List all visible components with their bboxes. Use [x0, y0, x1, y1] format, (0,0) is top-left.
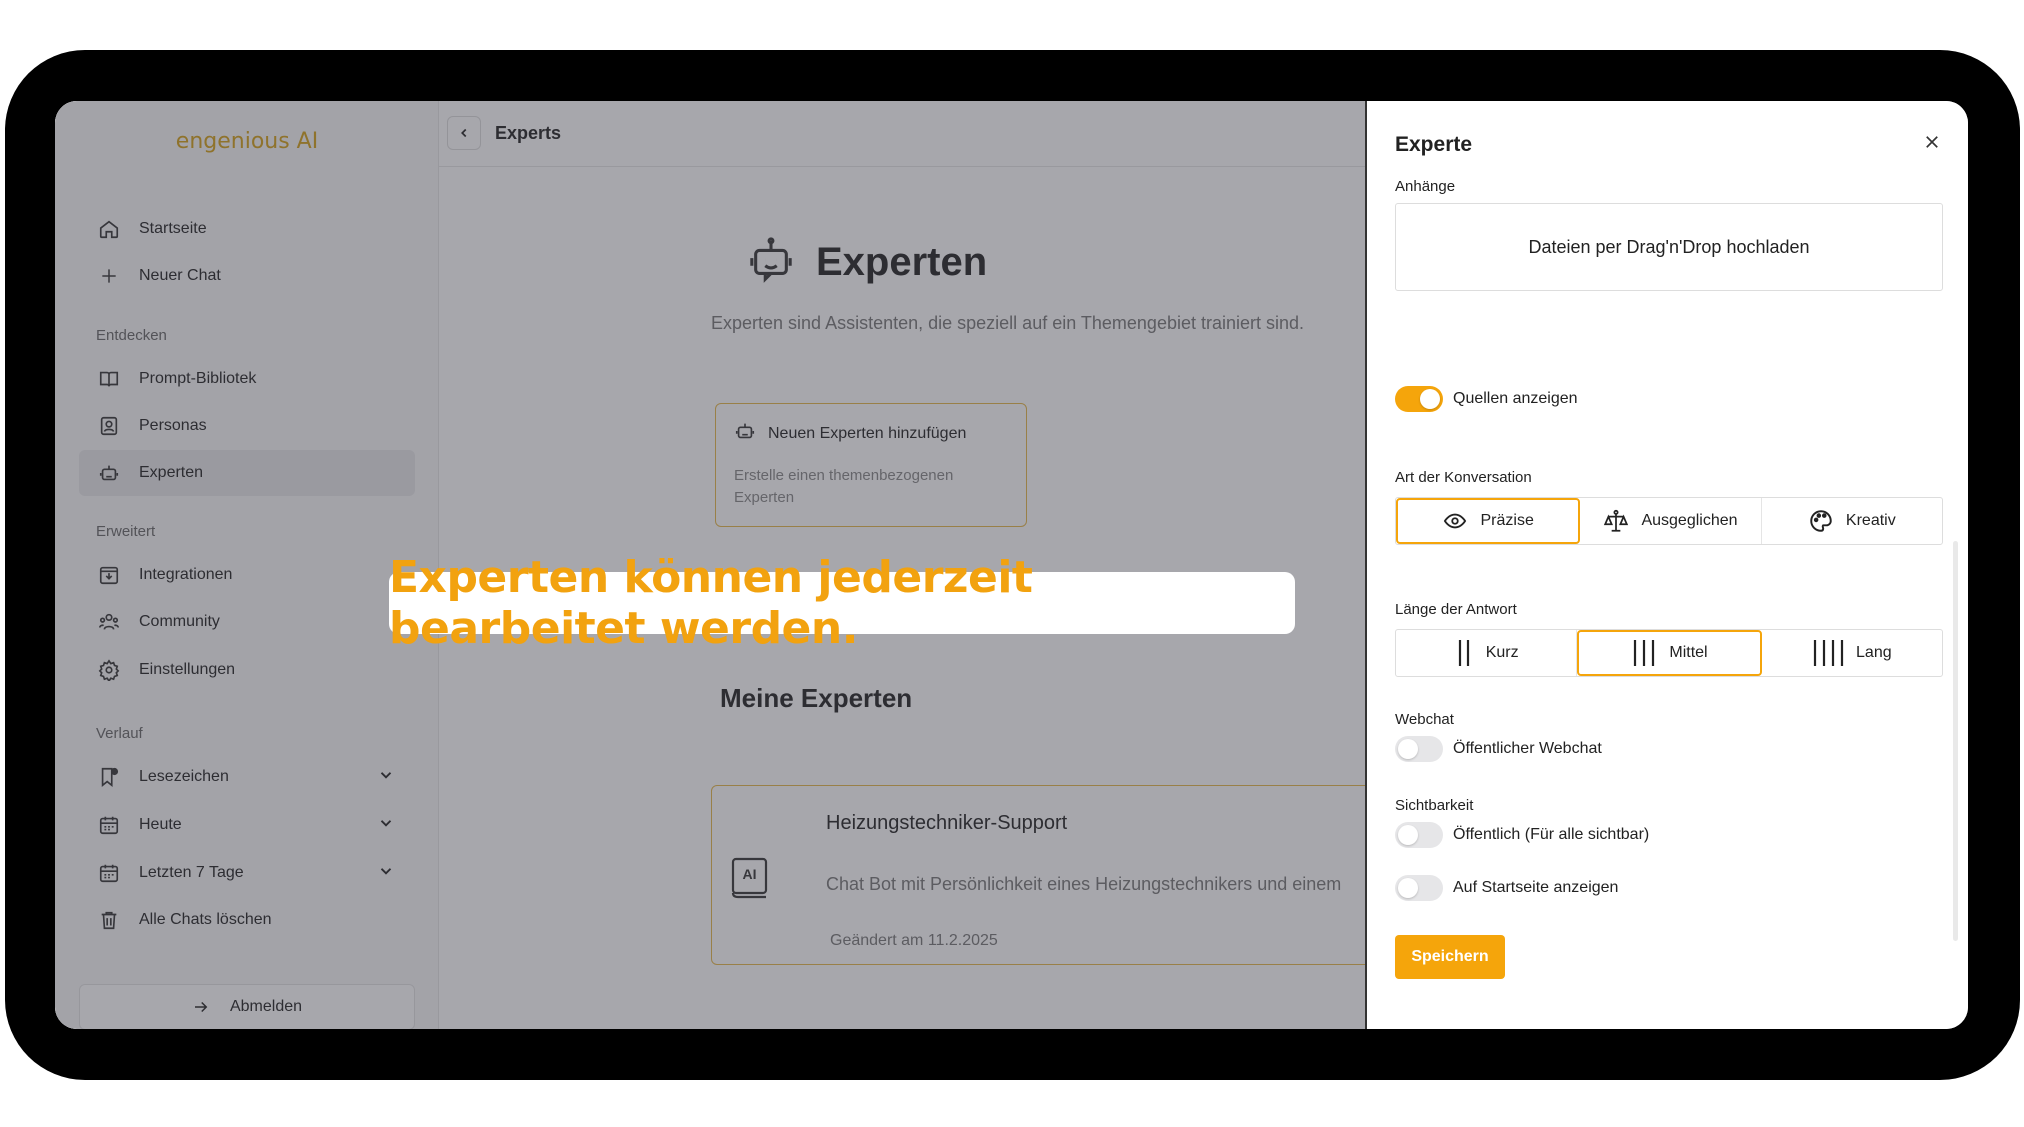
webchat-toggle-label: Öffentlicher Webchat: [1453, 740, 1602, 757]
scale-icon: [1603, 508, 1629, 534]
drawer-title: Experte: [1395, 133, 1473, 156]
option-ausgeglichen[interactable]: Ausgeglichen: [1580, 498, 1762, 544]
file-dropzone[interactable]: Dateien per Drag'n'Drop hochladen: [1395, 203, 1943, 291]
option-label: Kreativ: [1845, 512, 1896, 529]
length-selector: Kurz Mittel Lang: [1395, 629, 1943, 677]
caption-banner: Experten können jederzeit bearbeitet wer…: [389, 552, 1295, 654]
conversation-label: Art der Konversation: [1395, 469, 1532, 486]
palette-icon: [1808, 508, 1834, 534]
option-praezise[interactable]: Präzise: [1396, 498, 1581, 544]
option-mittel[interactable]: Mittel: [1577, 630, 1762, 676]
webchat-label: Webchat: [1395, 711, 1454, 728]
option-label: Präzise: [1480, 512, 1534, 529]
bars-medium-icon: [1631, 638, 1657, 668]
webchat-toggle[interactable]: [1395, 736, 1443, 762]
option-kurz[interactable]: Kurz: [1396, 630, 1578, 676]
attachments-label: Anhänge: [1395, 178, 1456, 195]
visibility-label: Sichtbarkeit: [1395, 797, 1474, 814]
bars-short-icon: [1454, 638, 1474, 668]
option-kreativ[interactable]: Kreativ: [1762, 498, 1942, 544]
option-label: Mittel: [1669, 644, 1708, 661]
sources-toggle-row: Quellen anzeigen: [1395, 386, 1578, 412]
homepage-toggle-row: Auf Startseite anzeigen: [1395, 875, 1618, 901]
public-toggle-label: Öffentlich (Für alle sichtbar): [1453, 826, 1650, 843]
close-button[interactable]: [1919, 129, 1945, 155]
expert-drawer: Experte Anhänge Dateien per Drag'n'Drop …: [1365, 101, 1968, 1029]
save-button[interactable]: Speichern: [1395, 935, 1505, 979]
bars-long-icon: [1812, 638, 1844, 668]
conversation-selector: Präzise Ausgeglichen Kreativ: [1395, 497, 1943, 545]
sources-toggle-label: Quellen anzeigen: [1453, 390, 1578, 407]
option-label: Ausgeglichen: [1641, 512, 1738, 529]
option-lang[interactable]: Lang: [1762, 630, 1942, 676]
option-label: Lang: [1856, 644, 1892, 661]
homepage-toggle[interactable]: [1395, 875, 1443, 901]
screen: engenious AI Startseite Neuer Chat Entde…: [55, 101, 1968, 1029]
option-label: Kurz: [1485, 644, 1519, 661]
dropzone-text: Dateien per Drag'n'Drop hochladen: [1528, 236, 1810, 257]
public-toggle[interactable]: [1395, 822, 1443, 848]
close-icon: [1926, 136, 1938, 148]
webchat-toggle-row: Öffentlicher Webchat: [1395, 736, 1602, 762]
drawer-scrollbar[interactable]: [1953, 541, 1958, 941]
public-toggle-row: Öffentlich (Für alle sichtbar): [1395, 822, 1649, 848]
sources-toggle[interactable]: [1395, 386, 1443, 412]
eye-icon: [1442, 510, 1468, 532]
length-label: Länge der Antwort: [1395, 601, 1517, 618]
homepage-toggle-label: Auf Startseite anzeigen: [1453, 879, 1619, 896]
